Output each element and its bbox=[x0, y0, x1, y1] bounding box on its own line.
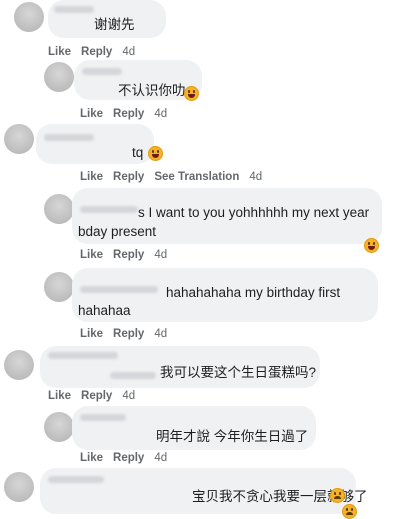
comment-actions: Like Reply 4d bbox=[48, 46, 145, 58]
redacted-name bbox=[82, 68, 122, 75]
like-button[interactable]: Like bbox=[48, 46, 71, 58]
comment-bubble: hahahahaha my birthday first hahahaa bbox=[72, 268, 378, 322]
comment-text: 谢谢先 bbox=[94, 17, 135, 32]
comment-age: 4d bbox=[154, 452, 168, 464]
comment-bubble: 我可以要这个生日蛋糕吗? bbox=[40, 346, 320, 388]
avatar[interactable] bbox=[14, 2, 44, 32]
reply-button[interactable]: Reply bbox=[113, 108, 144, 120]
reply-button[interactable]: Reply bbox=[113, 328, 144, 340]
redacted-name bbox=[110, 372, 156, 379]
avatar[interactable] bbox=[4, 350, 34, 380]
redacted-name bbox=[48, 476, 104, 483]
reply-button[interactable]: Reply bbox=[81, 46, 112, 58]
comment-actions: Like Reply See Translation 4d bbox=[80, 171, 272, 183]
laughing-emoji-icon bbox=[148, 146, 163, 161]
like-button[interactable]: Like bbox=[80, 171, 103, 183]
laughing-emoji-icon bbox=[184, 86, 199, 101]
redacted-name bbox=[80, 286, 158, 293]
reply-button[interactable]: Reply bbox=[113, 171, 144, 183]
comment-bubble: tq bbox=[36, 124, 154, 164]
avatar[interactable] bbox=[44, 194, 74, 224]
comment-actions: Like Reply 4d bbox=[80, 452, 177, 464]
sad-emoji-icon bbox=[330, 488, 345, 503]
comment-age: 4d bbox=[154, 328, 168, 340]
redacted-name bbox=[80, 414, 126, 421]
comment-text: 明年才說 今年你生日過了 bbox=[156, 429, 309, 444]
comment-actions: Like Reply 4d bbox=[48, 390, 145, 402]
like-button[interactable]: Like bbox=[80, 108, 103, 120]
comment-actions: Like Reply 4d bbox=[80, 108, 177, 120]
comment-text: tq bbox=[132, 145, 144, 160]
comment-text-line-1: hahahahaha my birthday first bbox=[166, 285, 341, 300]
comment-bubble: 不认识你叻 bbox=[74, 60, 202, 100]
comment-bubble: s I want to you yohhhhhh my next year bd… bbox=[72, 188, 382, 244]
like-button[interactable]: Like bbox=[80, 452, 103, 464]
comment-bubble: 宝贝我不贪心我要一层就够了 bbox=[40, 468, 368, 514]
avatar[interactable] bbox=[44, 62, 74, 92]
comment-actions: Like Reply 4d bbox=[80, 328, 177, 340]
comment-age: 4d bbox=[154, 108, 168, 120]
like-button[interactable]: Like bbox=[80, 249, 103, 261]
laughing-emoji-icon bbox=[364, 238, 379, 253]
comment-text-line-2: hahahaa bbox=[78, 303, 131, 318]
comment-text: 不认识你叻 bbox=[118, 83, 186, 98]
comment-text: 我可以要这个生日蛋糕吗? bbox=[160, 365, 317, 380]
comment-age: 4d bbox=[249, 171, 263, 183]
reply-button[interactable]: Reply bbox=[81, 390, 112, 402]
comment-bubble: 谢谢先 bbox=[48, 0, 166, 38]
comment-age: 4d bbox=[154, 249, 168, 261]
comment-age: 4d bbox=[122, 46, 136, 58]
like-button[interactable]: Like bbox=[48, 390, 71, 402]
comment-text-line-2: bday present bbox=[78, 224, 157, 239]
redacted-name bbox=[80, 206, 138, 213]
comment-text-line-1: s I want to you yohhhhhh my next year bbox=[138, 205, 370, 220]
redacted-name bbox=[48, 352, 118, 359]
comment-age: 4d bbox=[122, 390, 136, 402]
see-translation-link[interactable]: See Translation bbox=[154, 171, 239, 183]
avatar[interactable] bbox=[44, 412, 74, 442]
avatar[interactable] bbox=[44, 272, 74, 302]
redacted-name bbox=[44, 134, 94, 141]
redacted-name bbox=[54, 6, 94, 13]
reply-button[interactable]: Reply bbox=[113, 249, 144, 261]
comment-actions: Like Reply 4d bbox=[80, 249, 177, 261]
reply-button[interactable]: Reply bbox=[113, 452, 144, 464]
avatar[interactable] bbox=[4, 124, 34, 154]
comment-bubble: 明年才說 今年你生日過了 bbox=[72, 406, 316, 450]
like-button[interactable]: Like bbox=[80, 328, 103, 340]
avatar[interactable] bbox=[4, 472, 34, 502]
